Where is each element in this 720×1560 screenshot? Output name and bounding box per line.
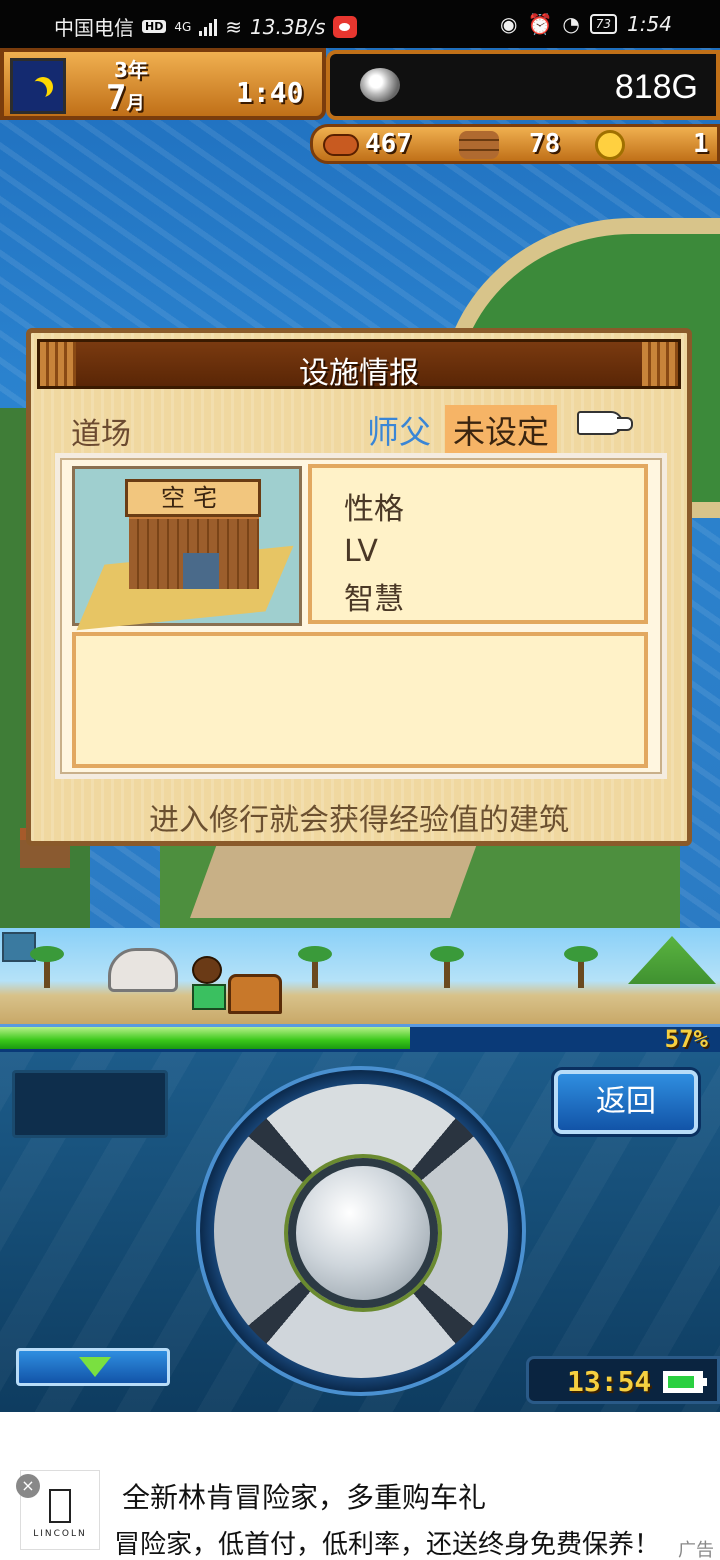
palm-tree [564, 946, 598, 988]
ad-headline: 全新林肯冒险家，多重购车礼 [122, 1481, 487, 1514]
device-clock: 13:54 [567, 1365, 652, 1398]
progress-bar: 57% [0, 1024, 720, 1053]
building-thumbnail: 空宅 [72, 466, 302, 631]
detail-box [72, 632, 648, 768]
village-tent [628, 936, 716, 984]
stat-wisdom: 智慧 [344, 582, 404, 617]
facility-name: 道场 [71, 417, 131, 452]
caravan-strip [0, 928, 720, 1024]
wifi-icon: ≋ [225, 14, 243, 39]
facility-description: 进入修行就会获得经验值的建筑 [149, 803, 569, 838]
status-left: 中国电信 HD 4G ≋ 13.3B/s [54, 12, 358, 41]
battery-icon: 73 [589, 14, 618, 34]
control-panel: 返回 13:54 [0, 1052, 720, 1412]
medal-icon [595, 130, 625, 160]
weibo-icon [333, 15, 358, 38]
progress-fill [0, 1027, 410, 1049]
facility-info-dialog: 设施情报 道场 师父 未设定 空宅 性格 LV 智慧 进入修行就会获得经验值的建… [26, 328, 692, 846]
palm-tree [298, 946, 332, 988]
pointing-hand-icon [577, 411, 633, 435]
ad-brand: LINCOLN [33, 1529, 87, 1539]
night-indicator [10, 58, 66, 114]
ad-subline: 冒险家，低首付，低利率，还送终身免费保养！ [114, 1530, 661, 1560]
ad-close-button[interactable]: × [16, 1474, 40, 1498]
facility-info-panel: 空宅 性格 LV 智慧 [55, 453, 667, 779]
master-select-button[interactable]: 未设定 [445, 405, 558, 455]
month-label: 7月 [106, 78, 144, 118]
net-speed: 13.3B/s [250, 14, 326, 39]
wood-value: 78 [529, 129, 561, 159]
meat-icon [323, 134, 359, 156]
master-label: 师父 [367, 413, 432, 451]
traveler-head [192, 956, 222, 984]
covered-wagon [108, 948, 178, 992]
moon-icon [27, 81, 47, 101]
palm-tree [430, 946, 464, 988]
ad-banner[interactable]: LINCOLN × 全新林肯冒险家，多重购车礼 冒险家，低首付，低利率，还送终身… [0, 1412, 720, 1560]
traveler-body [192, 984, 226, 1010]
date-time-panel: 3年 7月 1:40 [0, 48, 326, 120]
alarm-icon: ⏰ [527, 12, 553, 36]
down-arrow-icon [79, 1357, 111, 1377]
dpad[interactable] [196, 1066, 526, 1396]
medal-value: 1 [693, 129, 709, 159]
device-clock-panel: 13:54 [526, 1356, 720, 1404]
speedometer-icon: ◔ [562, 12, 580, 36]
dialog-title-bar: 设施情报 [37, 339, 681, 391]
stat-level: LV [344, 534, 378, 569]
dialog-title: 设施情报 [299, 356, 419, 391]
signal-icon [199, 18, 218, 36]
back-button[interactable]: 返回 [554, 1070, 698, 1134]
master-stats-box: 性格 LV 智慧 [308, 464, 648, 624]
scroll-down-button[interactable] [16, 1348, 170, 1386]
dpad-center-button[interactable] [288, 1158, 438, 1308]
month-number: 7 [106, 78, 127, 118]
wood-icon [459, 131, 499, 159]
stat-personality: 性格 [344, 492, 404, 527]
food-value: 467 [365, 129, 412, 159]
battery-full-icon [663, 1371, 707, 1393]
money-panel: 818G [326, 50, 720, 120]
game-clock: 1:40 [236, 76, 304, 109]
network-label: 4G [174, 19, 192, 34]
palm-tree [30, 946, 64, 988]
ad-tag: 广告 [678, 1540, 714, 1560]
resource-panel: 467 78 1 [310, 124, 720, 164]
carrier-label: 中国电信 [54, 16, 134, 40]
silver-coin-icon [360, 68, 400, 102]
money-value: 818G [614, 68, 698, 106]
building-status-label: 空宅 [125, 479, 261, 517]
month-unit: 月 [126, 93, 145, 114]
building-door [183, 553, 219, 589]
treasure-chest [228, 974, 282, 1014]
eye-icon: ◉ [499, 12, 518, 36]
status-right: ◉ ⏰ ◔ 73 1:54 [500, 12, 672, 36]
status-bar: 中国电信 HD 4G ≋ 13.3B/s ◉ ⏰ ◔ 73 1:54 [0, 0, 720, 48]
lincoln-star-icon [49, 1489, 71, 1523]
progress-percent: 57% [664, 1025, 708, 1053]
info-screen [12, 1070, 168, 1138]
status-time: 1:54 [627, 12, 672, 36]
traveler-character [192, 956, 226, 1012]
hd-icon: HD [142, 20, 167, 33]
